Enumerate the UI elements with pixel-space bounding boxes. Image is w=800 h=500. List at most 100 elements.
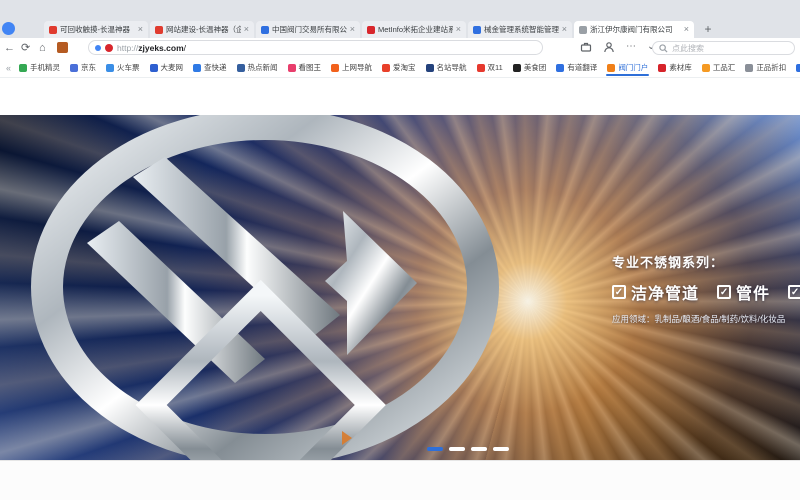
bookmark-item[interactable]: 手机版 — [791, 60, 800, 75]
hero-feature-label: 洁净管道 — [631, 280, 699, 304]
bookmark-item[interactable]: 正品折扣 — [740, 60, 791, 75]
carousel-indicator-dash[interactable] — [471, 447, 487, 451]
bookmark-item[interactable]: 热点新闻 — [232, 60, 283, 75]
tab-favicon-icon — [49, 26, 57, 34]
bookmark-label: 手机精灵 — [30, 62, 60, 73]
bookmark-favicon-icon — [237, 64, 245, 72]
checkbox-checked-icon: ✓ — [788, 285, 800, 299]
bookmarks-bar: « 手机精灵 京东 火车票 大 — [0, 58, 800, 78]
apps-icon[interactable] — [57, 42, 68, 53]
browser-profile-icon[interactable] — [2, 22, 15, 35]
bookmark-item[interactable]: 上网导航 — [326, 60, 377, 75]
briefcase-icon[interactable] — [580, 41, 592, 53]
bookmark-label: 京东 — [81, 62, 96, 73]
new-tab-button[interactable]: + — [700, 21, 716, 37]
hero-banner: 专业不锈钢系列： ✓ 洁净管道 ✓ 管件 ✓ 阀门 — [0, 115, 800, 460]
bookmark-item[interactable]: 双11 — [472, 60, 508, 75]
bookmark-item[interactable]: 手机精灵 — [14, 60, 65, 75]
bookmark-label: 美食团 — [524, 62, 547, 73]
bookmark-favicon-icon — [513, 64, 521, 72]
bookmark-label: 阀门门户 — [618, 62, 648, 73]
bookmark-item[interactable]: 大麦网 — [145, 60, 189, 75]
bookmark-favicon-icon — [106, 64, 114, 72]
home-icon[interactable]: ⌂ — [39, 39, 46, 57]
back-icon[interactable]: ← — [4, 39, 15, 57]
bookmark-label: 大麦网 — [161, 62, 184, 73]
more-icon[interactable]: ⋯ — [626, 41, 636, 53]
bookmark-favicon-icon — [658, 64, 666, 72]
bookmark-favicon-icon — [193, 64, 201, 72]
tab-close-icon[interactable]: × — [244, 25, 249, 34]
tab-bar: 可回收触摸-长温神器（企业门 × 网站建设-长温神器（企业门户 × 中国阀门交易… — [0, 0, 800, 38]
bookmark-item[interactable]: 有道翻译 — [551, 60, 602, 75]
refresh-icon[interactable]: ⟳ — [21, 39, 30, 57]
tab-favicon-icon — [155, 26, 163, 34]
bookmark-item[interactable]: 素材库 — [653, 60, 697, 75]
tab-favicon-icon — [473, 26, 481, 34]
bookmark-favicon-icon — [426, 64, 434, 72]
search-icon — [659, 44, 668, 53]
bookmark-item[interactable]: 京东 — [65, 60, 101, 75]
bookmark-item[interactable]: 爱淘宝 — [377, 60, 421, 75]
tab-title: 中国阀门交易所有限公司 — [272, 24, 347, 35]
url-host: zjyeks.com — [138, 43, 183, 53]
bookmark-item[interactable]: 看图王 — [283, 60, 327, 75]
tab-favicon-icon — [261, 26, 269, 34]
address-bar[interactable]: http://zjyeks.com/ — [88, 40, 543, 55]
hero-feature-list: ✓ 洁净管道 ✓ 管件 ✓ 阀门 — [612, 280, 800, 304]
browser-tab[interactable]: 可回收触摸-长温神器（企业门 × — [44, 21, 148, 38]
browser-tab[interactable]: 浙江伊尔康阀门有限公司 × — [574, 21, 694, 38]
search-input[interactable] — [672, 44, 772, 53]
bookmark-favicon-icon — [702, 64, 710, 72]
bookmark-favicon-icon — [288, 64, 296, 72]
bookmark-item[interactable]: 美食团 — [508, 60, 552, 75]
toolbar-search[interactable] — [652, 41, 795, 55]
url-scheme: http:// — [117, 43, 138, 53]
browser-tab[interactable]: MetInfo米拓企业建站系统 × — [362, 21, 466, 38]
hero-applications: 应用领域：乳制品/酿酒/食品/制药/饮料/化妆品 — [612, 313, 800, 325]
browser-tab[interactable]: 网站建设-长温神器（企业门户 × — [150, 21, 254, 38]
toolbar-right-icons: ⋯ ⌄ — [580, 41, 655, 53]
tab-title: 浙江伊尔康阀门有限公司 — [590, 24, 681, 35]
bookmark-label: 素材库 — [669, 62, 692, 73]
carousel-indicator-dash[interactable] — [427, 447, 443, 451]
bookmark-favicon-icon — [796, 64, 800, 72]
bookmark-label: 火车票 — [117, 62, 140, 73]
bookmark-item[interactable]: 名站导航 — [421, 60, 472, 75]
bookmark-label: 正品折扣 — [756, 62, 786, 73]
bookmark-list: 手机精灵 京东 火车票 大麦网 — [14, 60, 800, 75]
user-icon[interactable] — [603, 41, 615, 53]
bookmark-label: 名站导航 — [437, 62, 467, 73]
bookmark-favicon-icon — [745, 64, 753, 72]
tab-close-icon[interactable]: × — [562, 25, 567, 34]
bookmark-label: 有道翻译 — [567, 62, 597, 73]
hero-feature: ✓ 管件 — [717, 280, 770, 304]
hero-feature-label: 管件 — [736, 280, 770, 304]
bookmark-favicon-icon — [331, 64, 339, 72]
tab-close-icon[interactable]: × — [456, 25, 461, 34]
banner-arrow-shape — [342, 431, 352, 445]
tab-strip: 可回收触摸-长温神器（企业门 × 网站建设-长温神器（企业门户 × 中国阀门交易… — [44, 21, 694, 38]
browser-window: 可回收触摸-长温神器（企业门 × 网站建设-长温神器（企业门户 × 中国阀门交易… — [0, 0, 800, 500]
checkbox-checked-icon: ✓ — [717, 285, 731, 299]
bookmark-item[interactable]: 火车票 — [101, 60, 145, 75]
bookmark-item[interactable]: 查快递 — [188, 60, 232, 75]
hero-feature: ✓ 洁净管道 — [612, 280, 699, 304]
tab-close-icon[interactable]: × — [138, 25, 143, 34]
checkbox-checked-icon: ✓ — [612, 285, 626, 299]
carousel-indicator-dash[interactable] — [493, 447, 509, 451]
bookmark-item[interactable]: 工品汇 — [697, 60, 741, 75]
hero-heading: 专业不锈钢系列： — [612, 252, 800, 271]
tab-close-icon[interactable]: × — [684, 25, 689, 34]
bookmarks-chevron-icon[interactable]: « — [3, 63, 14, 73]
bookmark-label: 爱淘宝 — [393, 62, 416, 73]
bookmark-item[interactable]: 阀门门户 — [602, 60, 653, 75]
carousel-indicator-dash[interactable] — [449, 447, 465, 451]
bookmark-label: 热点新闻 — [248, 62, 278, 73]
site-favicon-icon — [105, 44, 113, 52]
bookmark-label: 上网导航 — [342, 62, 372, 73]
browser-tab[interactable]: 中国阀门交易所有限公司 × — [256, 21, 360, 38]
browser-tab[interactable]: 械金管理系统智能管理中心 × — [468, 21, 572, 38]
bookmark-label: 工品汇 — [713, 62, 736, 73]
tab-close-icon[interactable]: × — [350, 25, 355, 34]
